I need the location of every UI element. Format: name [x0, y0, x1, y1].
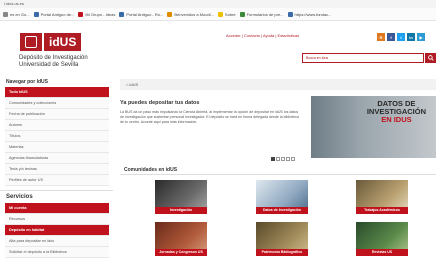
sidebar-item-titulos[interactable]: Títulos [5, 131, 109, 142]
sidebar: Navegar por IdUS Todo IdUS Comunidades y… [0, 77, 113, 258]
bookmark-item[interactable]: Portal Antiguo - Ro... [119, 11, 163, 17]
bookmark-icon [287, 11, 293, 17]
sidebar-item-perfiles[interactable]: Perfiles de autor US [5, 175, 109, 186]
carousel-dot[interactable] [276, 157, 280, 161]
service-item-mi-cuenta[interactable]: Mi cuenta [5, 203, 109, 214]
carousel-dot[interactable] [271, 157, 275, 161]
sidebar-item-todo-idus[interactable]: Todo IdUS [5, 87, 109, 98]
sidebar-item-comunidades[interactable]: Comunidades y colecciones [5, 98, 109, 109]
sidebar-item-agencias[interactable]: Agencias financiadoras [5, 153, 109, 164]
carousel-dot[interactable] [286, 157, 290, 161]
services-title: Servicios [0, 190, 113, 203]
logo-text: idUS [44, 33, 82, 51]
bookmark-icon [167, 11, 173, 17]
sidebar-item-materias[interactable]: Materias [5, 142, 109, 153]
community-card-revistas[interactable]: Revistas US [356, 222, 408, 256]
bookmark-item[interactable]: Sobre [217, 11, 236, 17]
rss-icon[interactable]: R [377, 33, 385, 41]
facebook-icon[interactable]: f [387, 33, 395, 41]
search-button[interactable] [425, 53, 436, 63]
bookmark-item[interactable]: Formularios de pre... [239, 11, 284, 17]
bookmark-icon [239, 11, 245, 17]
bookmark-item[interactable]: https://www.fundac... [287, 11, 331, 17]
sidebar-item-autores[interactable]: Autores [5, 120, 109, 131]
external-icon[interactable]: ▶ [417, 33, 425, 41]
community-card-investigacion[interactable]: Investigación [155, 180, 207, 214]
site-header: idUS Depósito de Investigación Universid… [0, 22, 436, 71]
bookmark-icon [119, 11, 125, 17]
site-logo[interactable]: idUS [20, 33, 82, 51]
address-bar[interactable]: i.idus.us.es [0, 0, 436, 8]
carousel-dot[interactable] [291, 157, 295, 161]
service-item-recursos[interactable]: Recursos [5, 214, 109, 225]
bookmark-icon [3, 11, 8, 17]
top-links[interactable]: Acceder | Contacto | Ayuda | Estadística… [226, 33, 299, 38]
community-card-jornadas[interactable]: Jornadas y Congresos US [155, 222, 207, 256]
service-item-alta[interactable]: Alta para depositar en idus [5, 236, 109, 247]
sidebar-item-fecha[interactable]: Fecha de publicación [5, 109, 109, 120]
banner-text: DATOS DE INVESTIGACIÓN EN IDUS [366, 99, 426, 124]
search-input[interactable]: Busca en Idus [302, 53, 424, 63]
carousel-banner[interactable]: DATOS DE INVESTIGACIÓN EN IDUS [311, 96, 436, 158]
sidebar-item-tesis[interactable]: Tesis y/o tesinas [5, 164, 109, 175]
bookmark-icon [217, 11, 223, 17]
communities-title: Comunidades en idUS [124, 167, 178, 173]
university-seal-icon [20, 33, 42, 51]
bookmark-item[interactable]: Benvenidos a Moodl... [167, 11, 214, 17]
community-card-patrimonio[interactable]: Patrimonio Bibliográfico [256, 222, 308, 256]
community-card-trabajos[interactable]: Trabajos Académicos [356, 180, 408, 214]
linkedin-icon[interactable]: in [407, 33, 415, 41]
twitter-icon[interactable]: t [397, 33, 405, 41]
bookmark-item[interactable]: Portal Antiguo de... [33, 11, 74, 17]
community-card-datos[interactable]: Datos de Investigación [256, 180, 308, 214]
nav-title: Navegar por IdUS [6, 79, 48, 85]
carousel-dots [271, 157, 295, 161]
breadcrumb: ⌂ idUS [120, 79, 436, 90]
bookmark-item[interactable]: es en Go... [3, 11, 30, 17]
carousel-dot[interactable] [281, 157, 285, 161]
news-text: La BUS da un paso más impulsando la Cien… [120, 110, 299, 124]
service-item-deposito[interactable]: Depósito en hábitat [5, 225, 109, 236]
social-links: R f t in ▶ [377, 33, 425, 41]
bookmark-icon [78, 11, 84, 17]
site-subtitle: Depósito de Investigación Universidad de… [19, 55, 88, 68]
search-icon [427, 55, 434, 61]
bookmarks-bar: es en Go... Portal Antiguo de... IM Grup… [0, 8, 436, 21]
main-content: ⌂ idUS Ya puedes depositar tus datos La … [120, 79, 436, 158]
bookmark-item[interactable]: IM Grupo - Ideas [78, 11, 115, 17]
bookmark-icon [33, 11, 39, 17]
divider [120, 174, 436, 175]
service-item-solicitar[interactable]: Solicitar el depósito a la Biblioteca [5, 247, 109, 258]
